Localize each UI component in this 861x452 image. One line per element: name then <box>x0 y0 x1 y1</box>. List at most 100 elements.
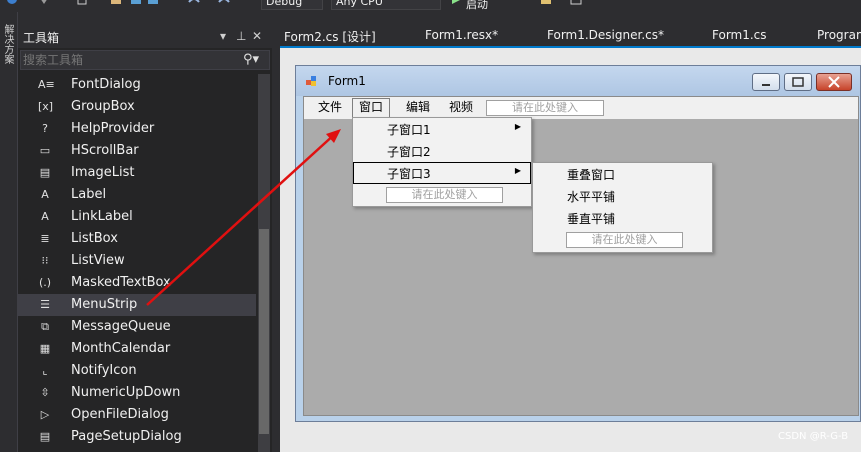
search-input[interactable] <box>23 52 238 68</box>
solution-explorer-strip[interactable]: 解决方案 <box>0 12 18 452</box>
form-title-bar[interactable]: Form1 <box>296 66 860 96</box>
toolbox-item-fontdialog[interactable]: A≡ FontDialog <box>18 74 256 96</box>
tab-program[interactable]: Program <box>817 28 861 42</box>
pin-icon[interactable]: ⊥ <box>236 29 246 43</box>
pagesetup-icon: ▤ <box>39 430 51 443</box>
minimize-icon <box>762 84 770 86</box>
dropdown-type-here-box[interactable]: 请在此处键入 <box>386 187 503 203</box>
dropdown-item-cascade[interactable]: 重叠窗口 <box>533 163 712 185</box>
search-icon[interactable]: ⚲▾ <box>243 52 259 67</box>
find-icon[interactable] <box>540 0 552 8</box>
dropdown-item-label: 子窗口2 <box>387 145 431 159</box>
toolbox-item-label: ListView <box>71 253 125 268</box>
dropdown-item-tile-horizontal[interactable]: 水平平铺 <box>533 185 712 207</box>
toolbox-item-label[interactable]: A Label <box>18 184 256 206</box>
menustrip-icon: ☰ <box>40 298 50 311</box>
toolbox-item-label: MonthCalendar <box>71 341 171 356</box>
tab-form1-designer-cs[interactable]: Form1.Designer.cs* <box>547 28 664 42</box>
toolbox-item-label: MessageQueue <box>71 319 171 334</box>
close-x-icon <box>828 76 840 88</box>
save-icon[interactable] <box>130 0 142 8</box>
tab-form1-resx[interactable]: Form1.resx* <box>425 28 498 42</box>
minimize-button[interactable] <box>752 73 780 91</box>
scrollbar-thumb[interactable] <box>259 229 269 434</box>
form-title: Form1 <box>328 74 366 88</box>
toolbox-item-label: NumericUpDown <box>71 385 181 400</box>
toolbox-item-maskedtextbox[interactable]: (.) MaskedTextBox <box>18 272 256 294</box>
platform-combo[interactable]: Any CPU <box>331 0 441 10</box>
label-icon: A <box>41 188 49 201</box>
new-file-icon[interactable] <box>76 0 88 8</box>
toolbox-item-monthcalendar[interactable]: ▦ MonthCalendar <box>18 338 256 360</box>
toolbox-item-linklabel[interactable]: A LinkLabel <box>18 206 256 228</box>
submenu-arrow-icon: ▶ <box>514 166 521 175</box>
toolbox-header: 工具箱 ▾ ⊥ ✕ <box>18 26 272 48</box>
toolbox-item-label: ImageList <box>71 165 135 180</box>
tab-form2-designer[interactable]: Form2.cs [设计] <box>284 28 376 45</box>
toolbox-item-openfiledialog[interactable]: ▷ OpenFileDialog <box>18 404 256 426</box>
close-icon[interactable]: ✕ <box>252 29 262 43</box>
sub3-dropdown: 重叠窗口 水平平铺 垂直平铺 请在此处键入 <box>532 162 713 253</box>
redo-icon[interactable] <box>218 0 230 8</box>
toolbox-item-label: MenuStrip <box>71 297 138 312</box>
notifyicon-icon: ⌞ <box>42 364 48 377</box>
groupbox-icon: [x] <box>38 100 54 113</box>
tab-form1-cs[interactable]: Form1.cs <box>712 28 767 42</box>
toolbox-item-groupbox[interactable]: [x] GroupBox <box>18 96 256 118</box>
toolbox-item-listbox[interactable]: ≣ ListBox <box>18 228 256 250</box>
dropdown-item-sub3[interactable]: 子窗口3 ▶ <box>353 162 531 184</box>
linklabel-icon: A <box>41 210 49 223</box>
menu-edit[interactable]: 编辑 <box>406 100 430 118</box>
window-menu-dropdown: 子窗口1 ▶ 子窗口2 子窗口3 ▶ 请在此处键入 <box>352 117 532 207</box>
toolbox-item-pagesetupdialog[interactable]: ▤ PageSetupDialog <box>18 426 256 448</box>
toolbox-item-imagelist[interactable]: ▤ ImageList <box>18 162 256 184</box>
forward-icon[interactable] <box>38 0 50 8</box>
save-all-icon[interactable] <box>147 0 159 8</box>
font-dialog-icon: A≡ <box>38 78 55 91</box>
toolbox-item-label: PageSetupDialog <box>71 429 182 444</box>
toolbox-item-hscrollbar[interactable]: ▭ HScrollBar <box>18 140 256 162</box>
openfiledialog-icon: ▷ <box>40 408 50 421</box>
toolbox-item-label: FontDialog <box>71 77 141 92</box>
toolbox-scrollbar[interactable] <box>258 74 270 452</box>
toolbox-item-numericupdown[interactable]: ⇳ NumericUpDown <box>18 382 256 404</box>
dropdown-arrow-icon[interactable]: ▾ <box>220 29 226 43</box>
submenu-type-here-box[interactable]: 请在此处键入 <box>566 232 683 248</box>
dropdown-item-label: 子窗口3 <box>387 167 431 181</box>
dropdown-item-sub2[interactable]: 子窗口2 <box>353 140 531 162</box>
back-icon[interactable] <box>6 0 18 8</box>
submenu-arrow-icon: ▶ <box>514 122 521 131</box>
menu-type-here-box[interactable]: 请在此处键入 <box>486 100 604 116</box>
start-label[interactable]: 启动 <box>466 0 488 11</box>
toolbox-item-helpprovider[interactable]: ? HelpProvider <box>18 118 256 140</box>
dropdown-item-label: 水平平铺 <box>567 190 616 204</box>
toolbox-item-listview[interactable]: ⁝⁝ ListView <box>18 250 256 272</box>
document-tabs: Form2.cs [设计] Form1.resx* Form1.Designer… <box>280 26 861 46</box>
open-folder-icon[interactable] <box>110 0 122 8</box>
close-window-button[interactable] <box>816 73 852 91</box>
toolbox-item-messagequeue[interactable]: ⧉ MessageQueue <box>18 316 256 338</box>
menu-window[interactable]: 窗口 <box>352 98 391 118</box>
toolbox-title: 工具箱 <box>23 31 60 45</box>
config-combo[interactable]: Debug <box>261 0 323 10</box>
toolbox-item-label: HelpProvider <box>71 121 155 136</box>
panel-divider[interactable] <box>272 26 280 452</box>
start-play-icon[interactable] <box>450 0 462 8</box>
window-icon[interactable] <box>570 0 582 8</box>
dropdown-item-tile-vertical[interactable]: 垂直平铺 <box>533 207 712 229</box>
toolbox-item-label: LinkLabel <box>71 209 133 224</box>
menu-video[interactable]: 视频 <box>449 100 473 118</box>
hscrollbar-icon: ▭ <box>39 144 51 157</box>
toolbox-item-notifyicon[interactable]: ⌞ NotifyIcon <box>18 360 256 382</box>
watermark: CSDN @R-G-B <box>778 431 849 442</box>
solution-explorer-tab-label[interactable]: 解决方案 <box>0 24 13 64</box>
toolbox-item-menustrip[interactable]: ☰ MenuStrip <box>18 294 256 316</box>
toolbox-panel: 工具箱 ▾ ⊥ ✕ ⚲▾ A≡ FontDialog [x] GroupBox? Hel… <box>18 26 272 452</box>
numericupdown-icon: ⇳ <box>40 386 50 399</box>
maximize-button[interactable] <box>784 73 812 91</box>
help-icon: ? <box>42 122 48 135</box>
dropdown-item-label: 重叠窗口 <box>567 168 616 182</box>
dropdown-item-sub1[interactable]: 子窗口1 ▶ <box>353 118 531 140</box>
menu-file[interactable]: 文件 <box>318 100 342 118</box>
undo-icon[interactable] <box>188 0 200 8</box>
